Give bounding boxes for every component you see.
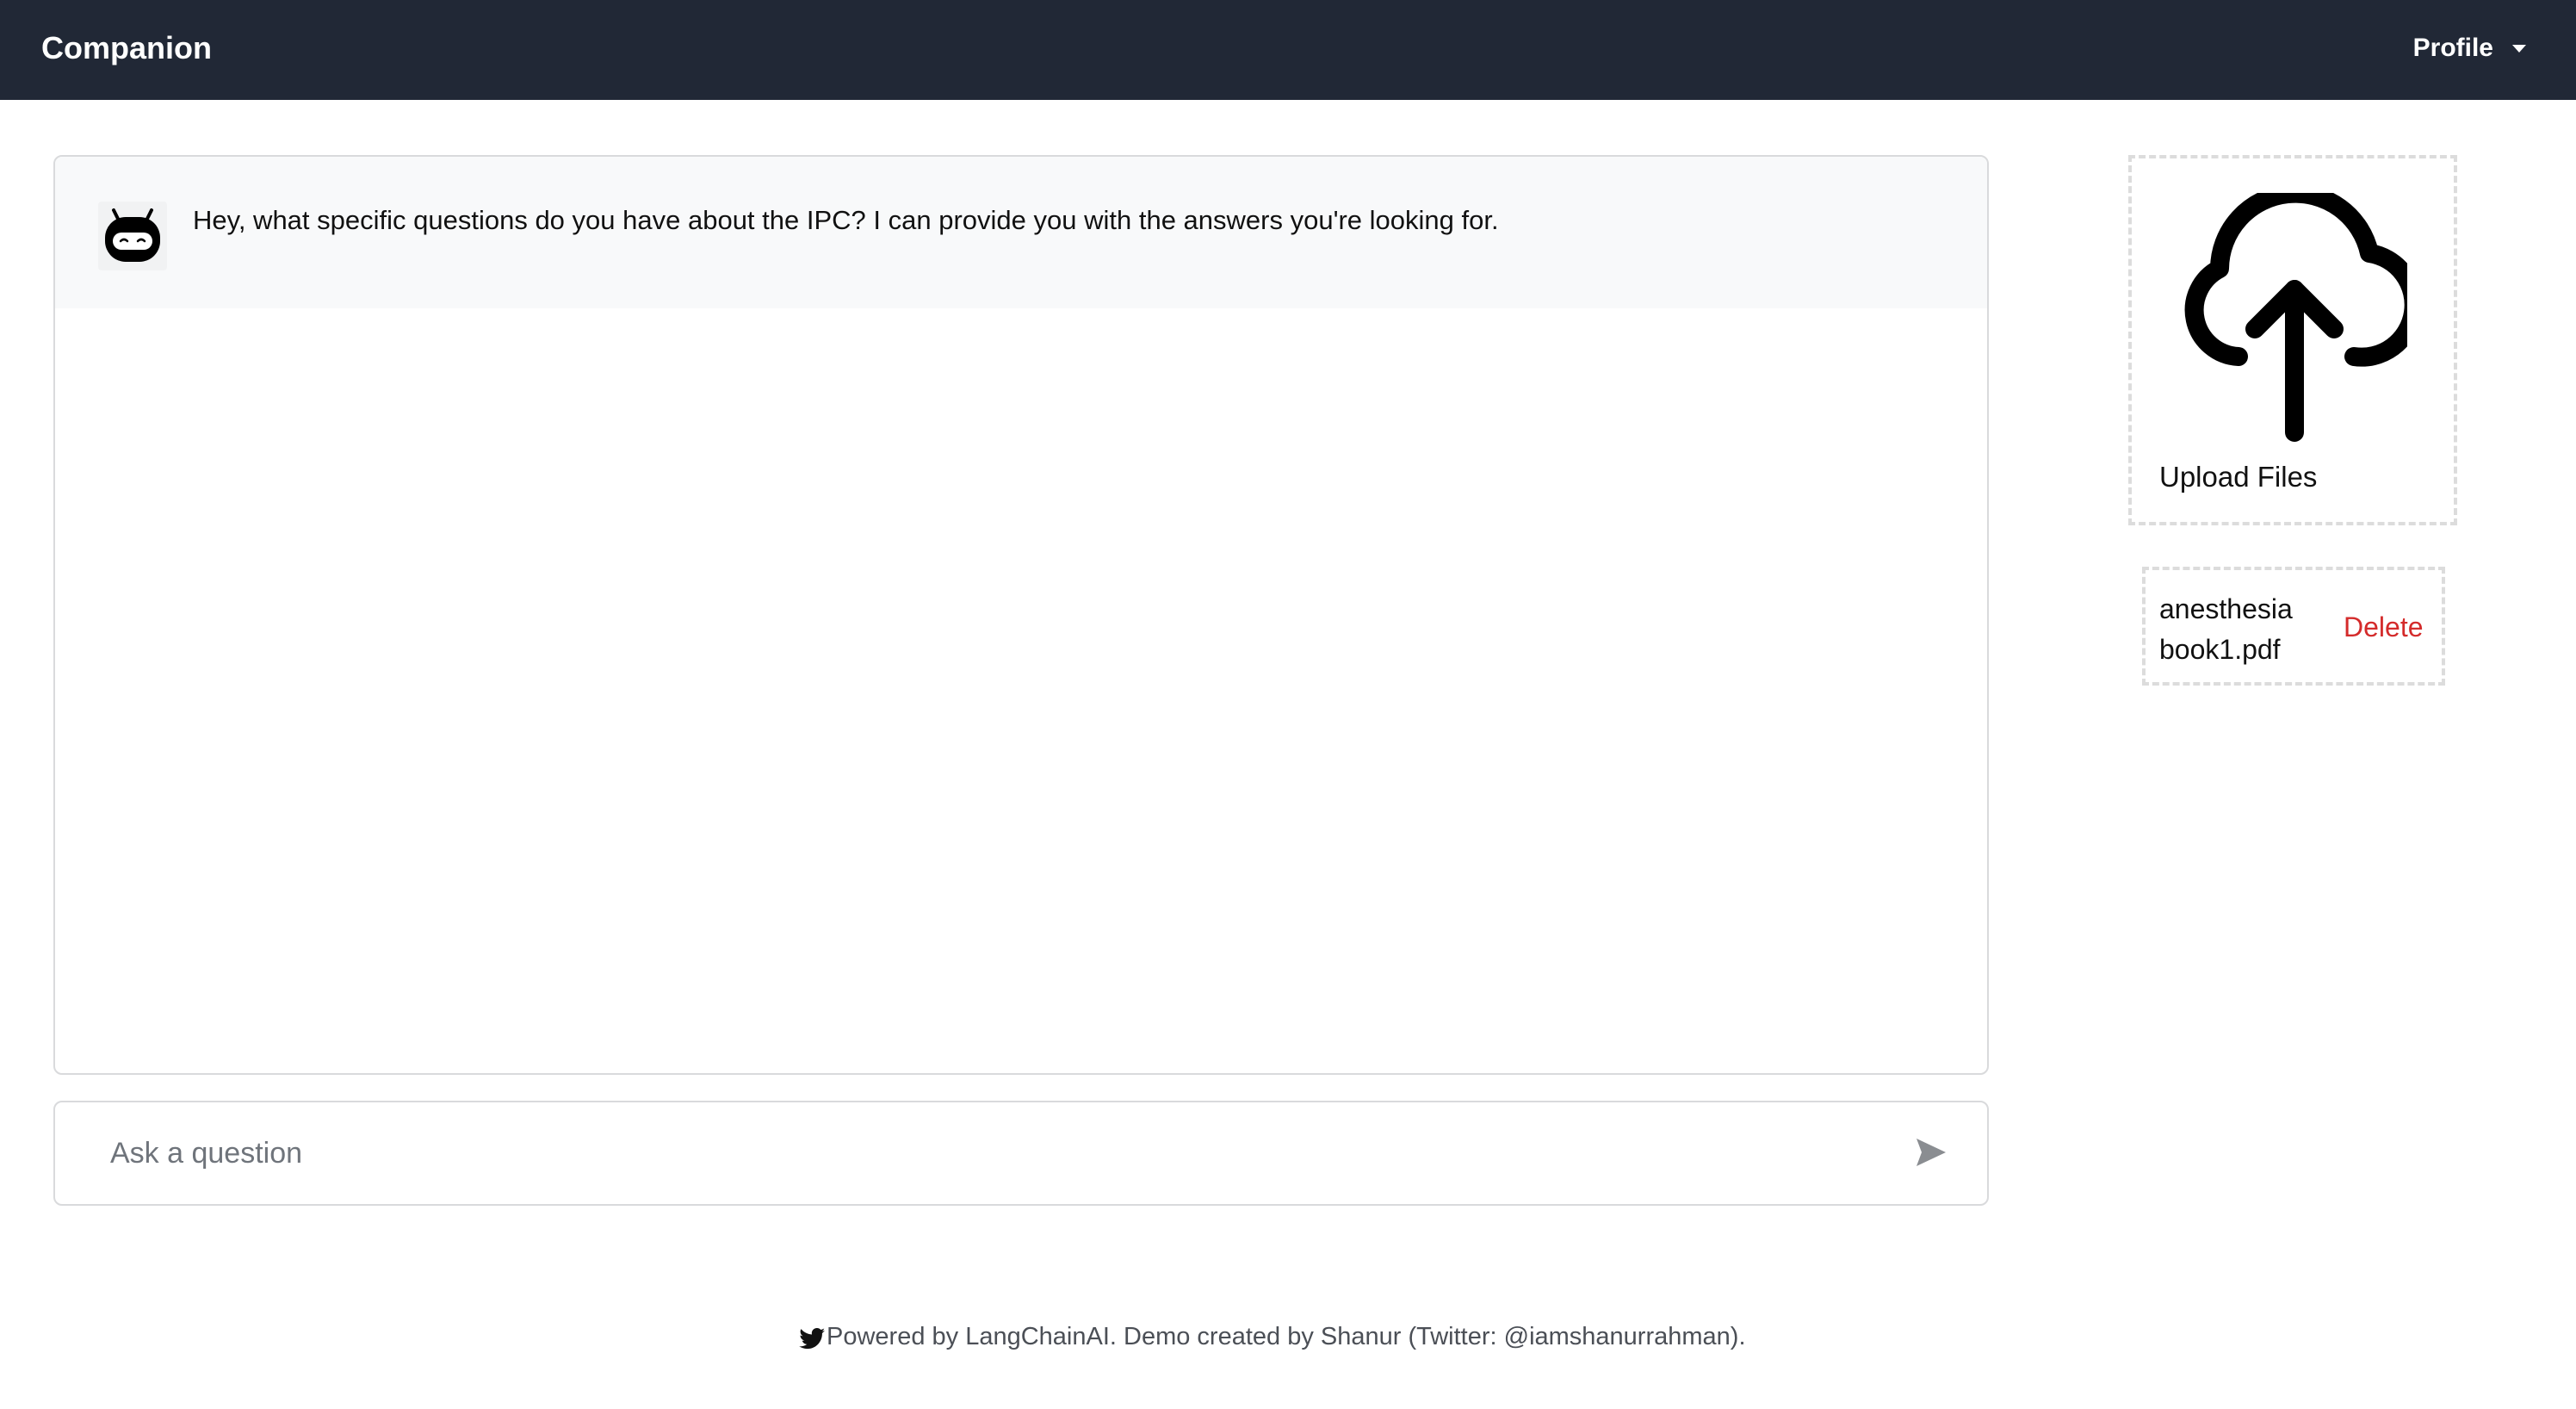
top-navbar: Companion Profile (0, 0, 2576, 100)
chevron-down-icon (2512, 44, 2526, 53)
robot-icon (98, 202, 167, 270)
file-name: anesthesia book1.pdf (2159, 589, 2323, 670)
file-item: anesthesia book1.pdf Delete (2142, 567, 2445, 686)
brand-title[interactable]: Companion (41, 29, 212, 67)
question-input-box (53, 1101, 1989, 1206)
chat-window[interactable]: Hey, what specific questions do you have… (53, 155, 1989, 1075)
delete-file-button[interactable]: Delete (2344, 610, 2424, 644)
upload-label: Upload Files (2159, 461, 2318, 493)
profile-dropdown[interactable]: Profile (2413, 31, 2526, 65)
message-text: Hey, what specific questions do you have… (193, 205, 1499, 235)
footer-text: Powered by LangChainAI. Demo created by … (827, 1323, 1746, 1350)
cloud-upload-icon (2182, 183, 2424, 443)
file-name-line1: anesthesia (2159, 593, 2293, 624)
profile-label: Profile (2412, 34, 2493, 62)
footer: Powered by LangChainAI. Demo created by … (799, 1319, 1746, 1354)
upload-dropzone[interactable]: Upload Files (2128, 155, 2457, 525)
file-name-line2: book1.pdf (2159, 634, 2281, 665)
send-icon[interactable] (1915, 1137, 1947, 1168)
twitter-icon (799, 1325, 825, 1350)
assistant-message: Hey, what specific questions do you have… (55, 157, 1987, 308)
question-input[interactable] (108, 1128, 1868, 1178)
